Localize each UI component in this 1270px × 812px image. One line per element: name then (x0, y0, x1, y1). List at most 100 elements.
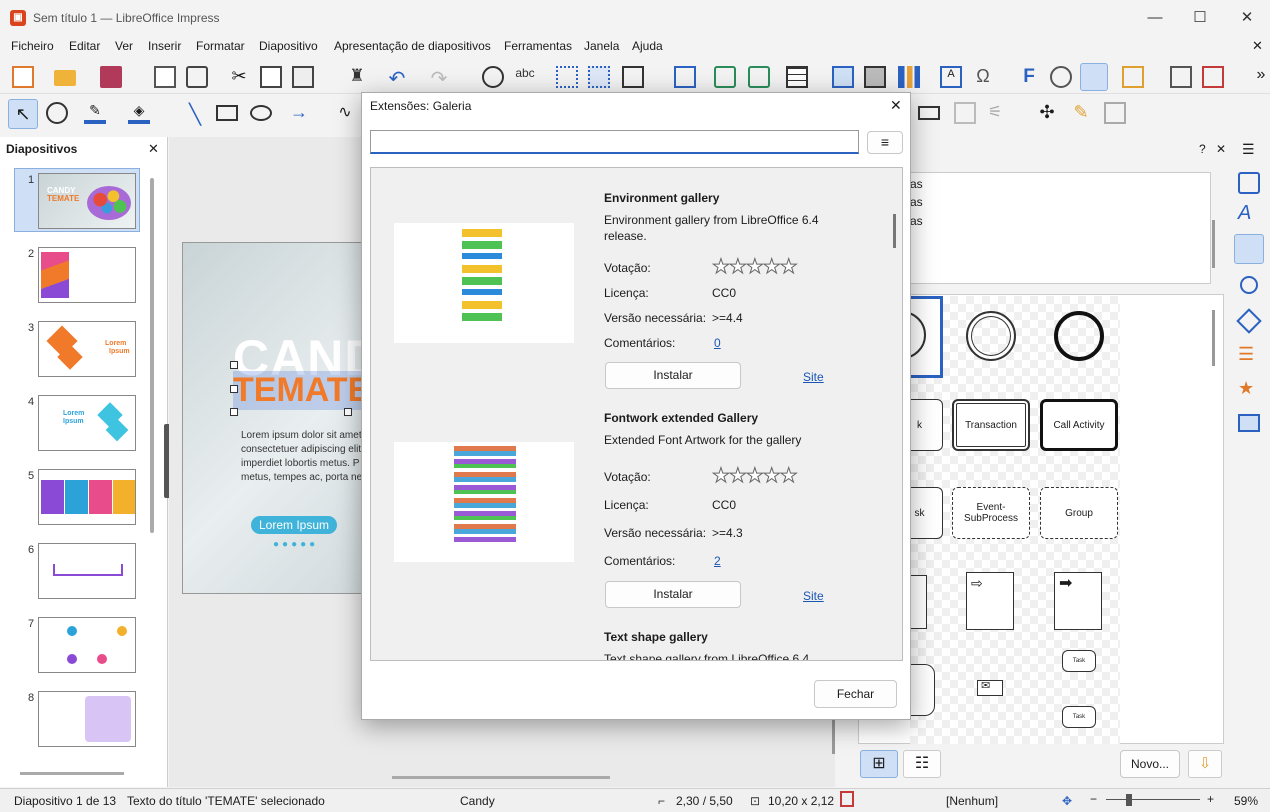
slide-thumb-7[interactable] (38, 617, 136, 673)
theme-item[interactable]: as (910, 214, 923, 228)
table-icon[interactable] (786, 66, 808, 88)
toggle-extrusion-icon[interactable] (1104, 102, 1126, 124)
fill-color-icon[interactable]: ◈ (128, 102, 150, 124)
zoom-pan-icon[interactable] (46, 102, 68, 124)
comments-link[interactable]: 2 (714, 554, 721, 568)
shadow-icon[interactable] (918, 106, 940, 120)
extensions-gallery-icon[interactable]: ⇩ (1188, 750, 1222, 778)
gallery-call-activity[interactable]: Call Activity (1040, 399, 1118, 451)
status-master[interactable]: Candy (460, 794, 495, 808)
menu-apresentacao[interactable]: Apresentação de diapositivos (334, 39, 491, 53)
hyperlink-icon[interactable] (1050, 66, 1072, 88)
close-button[interactable]: Fechar (814, 680, 897, 708)
sidebar-close-icon[interactable]: ✕ (1216, 142, 1226, 156)
slide-transition-icon[interactable]: ☰ (1238, 344, 1254, 365)
clone-formatting-icon[interactable]: ♜ (346, 66, 368, 88)
fit-slide-icon[interactable]: ✥ (1062, 794, 1072, 808)
open-icon[interactable] (54, 70, 76, 86)
rectangle-tool-icon[interactable] (216, 105, 238, 121)
gallery-data-input[interactable]: ⇨ (966, 572, 1014, 630)
curves-icon[interactable]: ∿ (334, 102, 356, 124)
slide-lorem-button[interactable]: Lorem Ipsum (251, 516, 337, 534)
site-link[interactable]: Site (803, 589, 824, 603)
gallery-event-subprocess[interactable]: Event-SubProcess (952, 487, 1030, 539)
gallery-small-task-1[interactable]: Task (1062, 650, 1096, 672)
start-from-first-icon[interactable] (714, 66, 736, 88)
navigator-icon[interactable] (1240, 276, 1258, 294)
gallery-tab-icon[interactable] (1234, 234, 1264, 264)
selection-handle[interactable] (230, 408, 238, 416)
selection-handle[interactable] (230, 385, 238, 393)
menu-ajuda[interactable]: Ajuda (632, 39, 663, 53)
minimize-button[interactable]: — (1140, 6, 1170, 30)
theme-item[interactable]: as (910, 177, 923, 191)
zoom-slider[interactable] (1106, 799, 1200, 800)
menu-ver[interactable]: Ver (115, 39, 133, 53)
list-scrollbar[interactable] (893, 214, 896, 248)
close-document-button[interactable]: ✕ (1252, 38, 1263, 54)
delete-slide-icon[interactable] (1202, 66, 1224, 88)
slides-panel-close-icon[interactable]: ✕ (148, 141, 159, 157)
menu-inserir[interactable]: Inserir (148, 39, 181, 53)
display-views-icon[interactable] (622, 66, 644, 88)
helplines-icon[interactable] (588, 66, 610, 88)
options-menu-button[interactable]: ≡ (867, 131, 903, 154)
chart-icon[interactable] (898, 66, 920, 88)
sidebar-menu-icon[interactable]: ☰ (1242, 141, 1255, 158)
close-window-button[interactable]: ✕ (1232, 6, 1262, 30)
new-theme-button[interactable]: Novo... (1120, 750, 1180, 778)
properties-icon[interactable] (1238, 172, 1260, 194)
styles-icon[interactable]: A (1238, 202, 1251, 225)
animation-icon[interactable]: ★ (1238, 378, 1254, 399)
zoom-out-button[interactable]: − (1090, 792, 1097, 806)
gallery-double-circle[interactable] (966, 311, 1016, 361)
selection-handle[interactable] (344, 408, 352, 416)
selection-handle[interactable] (230, 361, 238, 369)
save-icon[interactable] (100, 66, 122, 88)
slide-thumb-5[interactable] (38, 469, 136, 525)
undo-icon[interactable]: ↶ (386, 66, 408, 90)
maximize-button[interactable]: ☐ (1185, 6, 1215, 30)
gallery-small-task-2[interactable]: Task (1062, 706, 1096, 728)
grid-icon[interactable] (556, 66, 578, 88)
status-layout[interactable]: [Nenhum] (946, 794, 998, 808)
zoom-slider-thumb[interactable] (1126, 794, 1132, 806)
menu-ferramentas[interactable]: Ferramentas (504, 39, 572, 53)
line-tool-icon[interactable]: ╲ (184, 102, 206, 126)
install-button[interactable]: Instalar (605, 362, 741, 389)
copy-icon[interactable] (260, 66, 282, 88)
print-icon[interactable] (186, 66, 208, 88)
export-pdf-icon[interactable] (154, 66, 176, 88)
text-box-icon[interactable]: A (940, 66, 962, 88)
site-link[interactable]: Site (803, 370, 824, 384)
media-icon[interactable] (864, 66, 886, 88)
menu-formatar[interactable]: Formatar (196, 39, 245, 53)
new-icon[interactable] (12, 66, 34, 88)
comments-link[interactable]: 0 (714, 336, 721, 350)
slide-thumb-3[interactable]: Lorem Ipsum (38, 321, 136, 377)
slide-thumb-1[interactable]: CANDY TEMATE (38, 173, 136, 229)
gallery-transaction[interactable]: Transaction (952, 399, 1030, 451)
slide-title-temate[interactable]: TEMATE (233, 371, 371, 410)
slide-thumb-4[interactable]: Lorem Ipsum (38, 395, 136, 451)
menu-editar[interactable]: Editar (69, 39, 100, 53)
gallery-scrollbar[interactable] (1212, 310, 1215, 366)
crop-icon[interactable] (954, 102, 976, 124)
slide-body-text[interactable]: Lorem ipsum dolor sit amet, consectetuer… (241, 429, 371, 485)
install-button[interactable]: Instalar (605, 581, 741, 608)
duplicate-slide-icon[interactable] (1170, 66, 1192, 88)
master-slides-icon[interactable] (1238, 414, 1260, 432)
status-zoom[interactable]: 59% (1234, 794, 1258, 808)
zoom-in-button[interactable]: + (1207, 792, 1214, 806)
special-character-icon[interactable]: Ω (972, 66, 994, 88)
spelling-icon[interactable]: abc (514, 66, 536, 88)
icon-view-button[interactable]: ⊞ (860, 750, 898, 778)
master-slide-icon[interactable] (674, 66, 696, 88)
themes-list[interactable]: as as as (895, 172, 1211, 284)
detailed-view-button[interactable]: ☷ (903, 750, 941, 778)
themes-scrollbar[interactable] (1212, 220, 1215, 268)
find-replace-icon[interactable] (482, 66, 504, 88)
dialog-close-icon[interactable]: ✕ (890, 97, 902, 114)
document-modified-icon[interactable] (840, 791, 854, 807)
slide-thumb-8[interactable] (38, 691, 136, 747)
